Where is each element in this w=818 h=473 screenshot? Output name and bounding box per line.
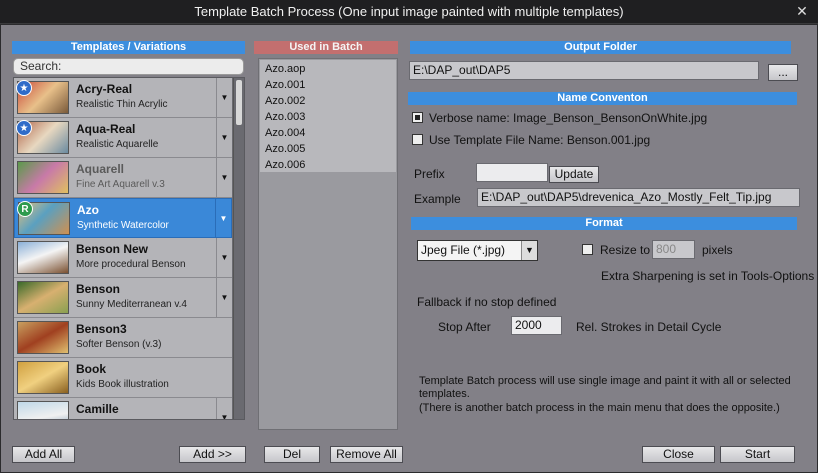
chevron-down-icon[interactable]: ▼: [216, 278, 232, 317]
close-button[interactable]: Close: [642, 446, 715, 463]
template-thumbnail: [17, 321, 69, 354]
batch-header: Used in Batch: [254, 41, 398, 54]
templates-scrollbar[interactable]: [233, 78, 244, 419]
template-description: Kids Book illustration: [76, 379, 169, 390]
batch-list-item[interactable]: Azo.004: [265, 127, 305, 139]
example-field: E:\DAP_out\DAP5\drevenica_Azo_Mostly_Fel…: [477, 188, 800, 207]
template-item[interactable]: Camille ▼: [14, 398, 232, 419]
window-title: Template Batch Process (One input image …: [194, 4, 624, 19]
close-icon[interactable]: ✕: [794, 3, 810, 19]
chevron-down-icon[interactable]: ▼: [521, 241, 537, 260]
template-description: More procedural Benson: [76, 259, 186, 270]
dialog-body: Templates / Variations Search: ★ Acry-Rea…: [1, 25, 817, 472]
add-button[interactable]: Add >>: [179, 446, 246, 463]
output-folder-header: Output Folder: [410, 41, 791, 54]
template-thumbnail: [17, 361, 69, 394]
del-button[interactable]: Del: [264, 446, 320, 463]
template-description: Sunny Mediterranean v.4: [76, 299, 187, 310]
output-folder-field[interactable]: E:\DAP_out\DAP5: [409, 61, 759, 80]
template-name: Acry-Real: [76, 82, 133, 96]
template-item[interactable]: Benson3 Softer Benson (v.3): [14, 318, 232, 358]
template-item[interactable]: Aquarell Fine Art Aquarell v.3 ▼: [14, 158, 232, 198]
start-button[interactable]: Start: [720, 446, 795, 463]
file-type-select[interactable]: Jpeg File (*.jpg) ▼: [417, 240, 538, 261]
template-name: Camille: [76, 402, 119, 416]
template-thumbnail: [17, 281, 69, 314]
template-name: Benson: [76, 282, 121, 296]
file-type-value: Jpeg File (*.jpg): [421, 243, 506, 257]
resize-input[interactable]: 800: [652, 240, 695, 259]
template-name: Benson3: [76, 322, 127, 336]
stop-after-input[interactable]: 2000: [511, 316, 562, 335]
templates-list: ★ Acry-Real Realistic Thin Acrylic ▼ ★ Aqua-R…: [13, 77, 245, 420]
stop-after-label: Stop After: [438, 320, 491, 334]
template-filename-label: Use Template File Name: Benson.001.jpg: [429, 133, 651, 147]
batch-list-item[interactable]: Azo.003: [265, 111, 305, 123]
template-thumbnail: [17, 401, 69, 419]
chevron-down-icon[interactable]: ▼: [215, 199, 231, 237]
resize-unit: pixels: [702, 243, 733, 257]
template-description: Realistic Thin Acrylic: [76, 99, 168, 110]
template-thumbnail: [17, 161, 69, 194]
template-name: Aquarell: [76, 162, 125, 176]
template-item[interactable]: R Azo Synthetic Watercolor ▼: [14, 198, 232, 238]
radio-dot: [415, 115, 420, 120]
title-bar: Template Batch Process (One input image …: [0, 0, 818, 24]
resize-label: Resize to: [600, 243, 651, 257]
template-description: Realistic Aquarelle: [76, 139, 159, 150]
resize-checkbox[interactable]: [582, 244, 593, 255]
prefix-label: Prefix: [414, 167, 445, 181]
example-label: Example: [414, 192, 461, 206]
update-button[interactable]: Update: [549, 166, 599, 183]
template-name: Benson New: [76, 242, 149, 256]
chevron-down-icon[interactable]: ▼: [216, 118, 232, 157]
template-name: Azo: [77, 203, 99, 217]
star-badge-icon: ★: [16, 80, 32, 96]
template-item[interactable]: Book Kids Book illustration: [14, 358, 232, 398]
r-badge-icon: R: [17, 201, 33, 217]
chevron-down-icon[interactable]: ▼: [216, 398, 232, 419]
batch-list-item[interactable]: Azo.aop: [265, 63, 305, 75]
template-thumbnail: [17, 241, 69, 274]
template-description: Synthetic Watercolor: [77, 220, 169, 231]
batch-list[interactable]: Azo.aop Azo.001 Azo.002 Azo.003 Azo.004 Azo.0…: [258, 58, 398, 430]
batch-list-item[interactable]: Azo.001: [265, 79, 305, 91]
scrollbar-thumb[interactable]: [236, 80, 242, 125]
batch-list-item[interactable]: Azo.006: [265, 159, 305, 171]
fallback-label: Fallback if no stop defined: [417, 295, 557, 309]
add-all-button[interactable]: Add All: [12, 446, 75, 463]
stop-unit-label: Rel. Strokes in Detail Cycle: [576, 320, 722, 334]
browse-button[interactable]: ...: [768, 64, 798, 81]
template-item[interactable]: ★ Acry-Real Realistic Thin Acrylic ▼: [14, 78, 232, 118]
star-badge-icon: ★: [16, 120, 32, 136]
template-name: Book: [76, 362, 106, 376]
template-description: Softer Benson (v.3): [76, 339, 162, 350]
batch-list-item[interactable]: Azo.002: [265, 95, 305, 107]
search-input[interactable]: Search:: [13, 58, 244, 75]
verbose-name-radio[interactable]: [412, 112, 423, 123]
batch-list-item[interactable]: Azo.005: [265, 143, 305, 155]
format-header: Format: [411, 217, 797, 230]
sharpening-note: Extra Sharpening is set in Tools-Options: [601, 269, 815, 283]
chevron-down-icon[interactable]: ▼: [216, 238, 232, 277]
info-line-1: Template Batch process will use single i…: [419, 375, 791, 400]
prefix-input[interactable]: [476, 163, 548, 182]
template-item[interactable]: ★ Aqua-Real Realistic Aquarelle ▼: [14, 118, 232, 158]
template-item[interactable]: Benson New More procedural Benson ▼: [14, 238, 232, 278]
chevron-down-icon[interactable]: ▼: [216, 78, 232, 117]
template-name: Aqua-Real: [76, 122, 136, 136]
verbose-name-label: Verbose name: Image_Benson_BensonOnWhite…: [429, 111, 708, 125]
template-item[interactable]: Benson Sunny Mediterranean v.4 ▼: [14, 278, 232, 318]
name-convention-header: Name Conventon: [408, 92, 797, 105]
template-description: Fine Art Aquarell v.3: [76, 179, 165, 190]
templates-header: Templates / Variations: [12, 41, 245, 54]
template-filename-checkbox[interactable]: [412, 134, 423, 145]
info-line-2: (There is another batch process in the m…: [419, 402, 780, 414]
remove-all-button[interactable]: Remove All: [330, 446, 403, 463]
chevron-down-icon[interactable]: ▼: [216, 158, 232, 197]
